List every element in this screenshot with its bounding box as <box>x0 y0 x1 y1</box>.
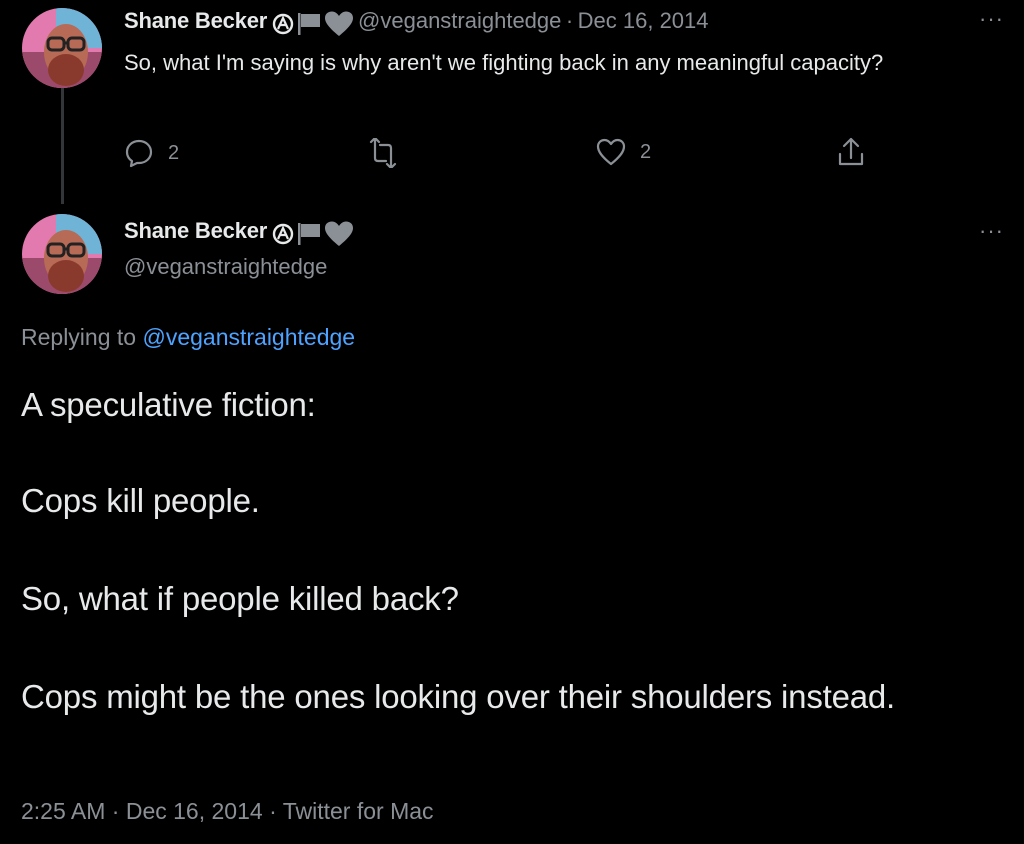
anarchy-icon <box>272 13 293 34</box>
replying-to-label: Replying to <box>21 324 137 350</box>
tweet-paragraph: A speculative fiction: <box>21 386 316 423</box>
tweet-author-row: Shane Becker <box>124 218 354 247</box>
retweet-icon <box>369 138 397 168</box>
tweet-paragraph: So, what if people killed back? <box>21 580 459 617</box>
tweet-source[interactable]: Twitter for Mac <box>283 798 434 824</box>
reply-button[interactable]: 2 <box>124 138 179 168</box>
like-icon <box>596 138 626 166</box>
anarchy-icon <box>272 223 293 244</box>
replying-to: Replying to @veganstraightedge <box>21 324 355 351</box>
separator-dot: · <box>111 798 120 824</box>
profile-badges <box>272 221 354 247</box>
more-options-button[interactable]: ··· <box>979 218 1004 244</box>
like-count: 2 <box>640 140 652 163</box>
more-options-button[interactable]: ··· <box>979 6 1004 32</box>
tweet-header: Shane Becker @veganstraightedge · Dec 16… <box>124 8 709 37</box>
like-button[interactable]: 2 <box>596 138 651 166</box>
avatar[interactable] <box>22 8 102 88</box>
tweet-paragraph: Cops kill people. <box>21 482 260 519</box>
tweet-meta: 2:25 AM · Dec 16, 2014 · Twitter for Mac <box>21 798 434 825</box>
tweet-date[interactable]: Dec 16, 2014 <box>126 798 263 824</box>
retweet-button[interactable] <box>366 138 414 168</box>
tweet-date[interactable]: Dec 16, 2014 <box>578 8 709 33</box>
flag-icon <box>297 12 320 35</box>
thread-connector-line <box>61 88 64 204</box>
author-name[interactable]: Shane Becker <box>124 218 267 243</box>
share-button[interactable] <box>836 136 866 168</box>
separator-dot: · <box>565 8 574 33</box>
author-name[interactable]: Shane Becker <box>124 8 267 33</box>
heart-badge-icon <box>324 11 353 36</box>
tweet-paragraph: Cops might be the ones looking over thei… <box>21 678 896 715</box>
tweet-time[interactable]: 2:25 AM <box>21 798 105 824</box>
avatar[interactable] <box>22 214 102 294</box>
author-handle[interactable]: @veganstraightedge <box>124 254 327 280</box>
separator-dot: · <box>269 798 277 824</box>
replying-to-handle-link[interactable]: @veganstraightedge <box>142 324 355 350</box>
tweet-text: So, what I'm saying is why aren't we fig… <box>124 50 884 75</box>
flag-icon <box>297 222 320 245</box>
profile-badges <box>272 11 354 37</box>
heart-badge-icon <box>324 221 353 246</box>
reply-count: 2 <box>168 141 180 164</box>
author-handle[interactable]: @veganstraightedge <box>358 8 561 33</box>
reply-icon <box>125 139 153 168</box>
share-icon <box>838 137 864 166</box>
